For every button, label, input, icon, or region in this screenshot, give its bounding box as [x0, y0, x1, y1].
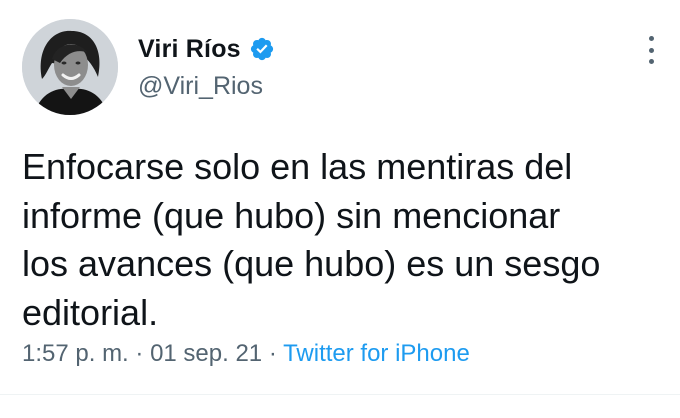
author-handle[interactable]: @Viri_Rios: [138, 72, 263, 101]
more-options-icon[interactable]: [639, 36, 663, 64]
tweet-date[interactable]: 01 sep. 21: [150, 340, 262, 367]
tweet-time[interactable]: 1:57 p. m.: [22, 340, 129, 367]
tweet-source[interactable]: Twitter for iPhone: [283, 340, 470, 367]
meta-separator: ·: [262, 340, 284, 367]
divider: [0, 394, 680, 395]
tweet-card: Viri Ríos @Viri_Rios Enfocarse solo en l…: [0, 0, 680, 418]
tweet-metadata: 1:57 p. m. · 01 sep. 21 · Twitter for iP…: [22, 340, 470, 368]
display-name[interactable]: Viri Ríos: [138, 35, 241, 64]
tweet-text: Enfocarse solo en las mentiras del infor…: [22, 146, 601, 333]
verified-badge-icon: [250, 37, 273, 61]
more-dot: [648, 47, 654, 53]
author-name-row: Viri Ríos: [138, 33, 275, 65]
more-dot: [648, 59, 654, 64]
meta-separator: ·: [128, 340, 151, 367]
more-dot: [648, 36, 654, 41]
avatar-image: [22, 19, 118, 115]
avatar[interactable]: [22, 19, 118, 115]
